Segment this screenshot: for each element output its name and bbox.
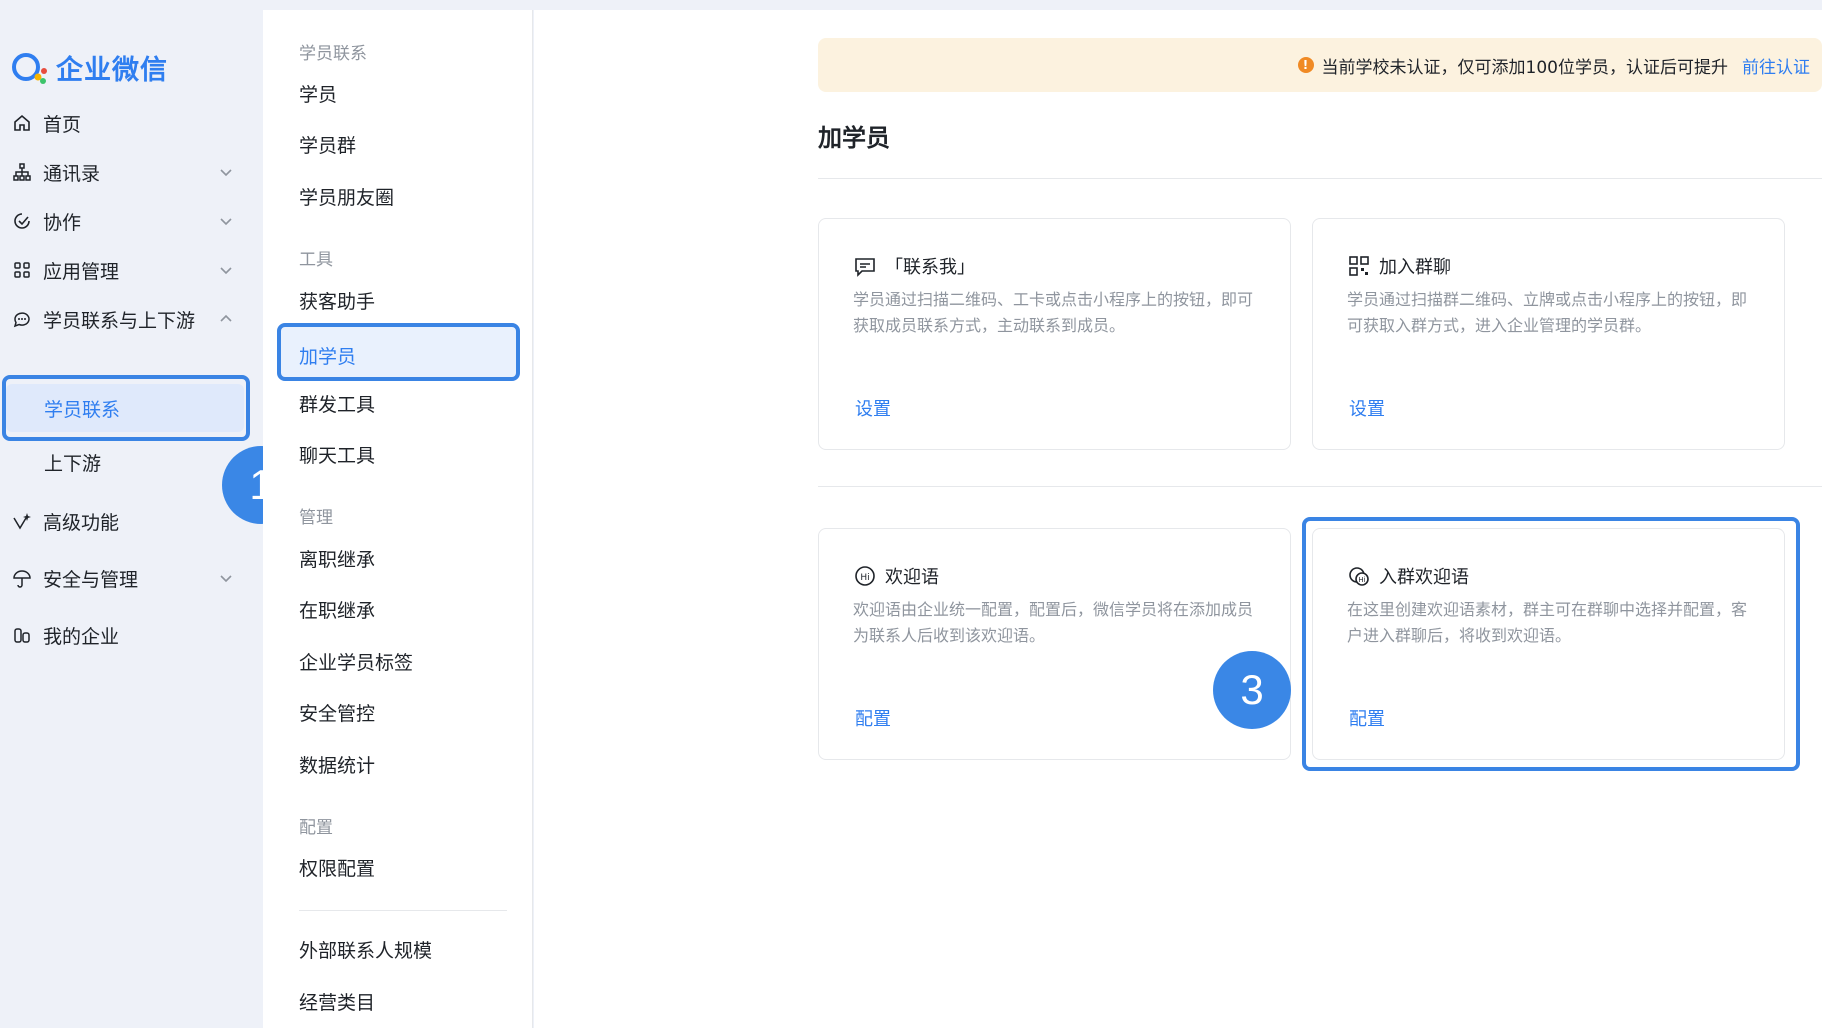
building-icon <box>11 624 33 646</box>
midnav-item-contact-scale[interactable]: 外部联系人规模 <box>299 936 432 963</box>
warning-icon: ! <box>1297 57 1314 73</box>
notice-text: 当前学校未认证，仅可添加100位学员，认证后可提升 <box>1321 57 1728 78</box>
nav-advanced[interactable]: 高级功能 <box>0 497 250 545</box>
nav-security[interactable]: 安全与管理 <box>0 554 250 602</box>
chevron-up-icon <box>220 314 232 322</box>
card-contact-me: 「联系我」 学员通过扫描二维码、工卡或点击小程序上的按钮，即可获取成员联系方式，… <box>818 218 1291 450</box>
chevron-down-icon <box>220 575 232 583</box>
section-title-config: 配置 <box>299 818 333 838</box>
card-join-group-setup-link[interactable]: 设置 <box>1349 395 1385 421</box>
midnav-item-stats[interactable]: 数据统计 <box>299 751 375 778</box>
midnav-item-business-category[interactable]: 经营类目 <box>299 988 375 1015</box>
midnav-item-moments[interactable]: 学员朋友圈 <box>299 183 394 210</box>
org-chart-icon <box>11 161 33 183</box>
card-contact-me-title: 「联系我」 <box>853 253 975 279</box>
card-join-group: 加入群聊 学员通过扫描群二维码、立牌或点击小程序上的按钮，即可获取入群方式，进入… <box>1312 218 1785 450</box>
home-icon <box>11 112 33 134</box>
nav-contacts[interactable]: 通讯录 <box>0 148 250 196</box>
nav-app-management[interactable]: 应用管理 <box>0 246 250 294</box>
chevron-down-icon <box>220 169 232 177</box>
svg-text:Hi: Hi <box>860 573 869 583</box>
nav-student-contact-group-label: 学员联系与上下游 <box>43 309 196 332</box>
sparkle-icon <box>11 510 33 532</box>
midnav-item-chat-tools[interactable]: 聊天工具 <box>299 441 375 468</box>
nav-security-label: 安全与管理 <box>43 568 139 591</box>
verification-notice: ! 当前学校未认证，仅可添加100位学员，认证后可提升 前往认证 <box>818 38 1822 92</box>
midnav-item-security-control[interactable]: 安全管控 <box>299 699 375 726</box>
midnav-item-student-groups[interactable]: 学员群 <box>299 131 356 158</box>
nav-student-contact-group[interactable]: 学员联系与上下游 <box>0 295 250 343</box>
midnav-item-permissions[interactable]: 权限配置 <box>299 854 375 881</box>
nav-app-management-label: 应用管理 <box>43 260 120 283</box>
midnav-item-tags[interactable]: 企业学员标签 <box>299 648 413 675</box>
nav-my-enterprise-label: 我的企业 <box>43 625 120 648</box>
midnav-item-students[interactable]: 学员 <box>299 80 337 107</box>
umbrella-icon <box>11 567 33 589</box>
nav-collab-label: 协作 <box>43 211 82 234</box>
card-welcome-message-title: Hi 欢迎语 <box>853 563 939 589</box>
nav-home[interactable]: 首页 <box>0 99 250 147</box>
midnav-divider <box>299 910 507 911</box>
hi-bubble-icon: Hi <box>855 566 875 586</box>
card-welcome-message-config-link[interactable]: 配置 <box>855 705 891 731</box>
section-title-manage: 管理 <box>299 508 333 528</box>
nav-upstream-downstream-label: 上下游 <box>44 452 102 475</box>
chat-bubble-icon <box>11 308 33 330</box>
card-contact-me-setup-link[interactable]: 设置 <box>855 395 891 421</box>
section-title-contact: 学员联系 <box>299 44 367 64</box>
midnav-item-mass-send[interactable]: 群发工具 <box>299 390 375 417</box>
card-welcome-message: Hi 欢迎语 欢迎语由企业统一配置，配置后，微信学员将在添加成员为联系人后收到该… <box>818 528 1291 760</box>
page-title: 加学员 <box>818 124 890 152</box>
divider <box>818 178 1822 179</box>
section-title-tools: 工具 <box>299 250 333 270</box>
midnav-item-onjob-inherit[interactable]: 在职继承 <box>299 596 375 623</box>
nav-home-label: 首页 <box>43 113 82 136</box>
card-contact-me-title-text: 「联系我」 <box>885 257 975 278</box>
step3-badge: 3 <box>1213 651 1291 729</box>
chevron-down-icon <box>220 218 232 226</box>
card-contact-me-desc: 学员通过扫描二维码、工卡或点击小程序上的按钮，即可获取成员联系方式，主动联系到成… <box>853 290 1254 335</box>
midnav-item-add-student-label: 加学员 <box>299 346 357 368</box>
nav-advanced-label: 高级功能 <box>43 511 120 534</box>
divider <box>818 486 1822 487</box>
logo-text: 企业微信 <box>56 55 168 86</box>
nav-collab[interactable]: 协作 <box>0 197 250 245</box>
card-welcome-message-title-text: 欢迎语 <box>885 567 939 588</box>
step3-number: 3 <box>1240 666 1264 713</box>
qr-code-icon <box>1349 256 1369 276</box>
card-join-group-desc: 学员通过扫描群二维码、立牌或点击小程序上的按钮，即可获取入群方式，进入企业管理的… <box>1347 290 1748 335</box>
chevron-down-icon <box>220 267 232 275</box>
nav-contacts-label: 通讯录 <box>43 162 101 185</box>
midnav-item-resign-inherit[interactable]: 离职继承 <box>299 545 375 572</box>
midnav-item-acquisition[interactable]: 获客助手 <box>299 287 375 314</box>
app-logo[interactable]: 企业微信 <box>10 48 168 87</box>
card-welcome-message-desc: 欢迎语由企业统一配置，配置后，微信学员将在添加成员为联系人后收到该欢迎语。 <box>853 600 1254 645</box>
nav-upstream-downstream[interactable]: 上下游 <box>0 438 250 486</box>
verify-link[interactable]: 前往认证 <box>1742 53 1810 78</box>
card-join-group-title: 加入群聊 <box>1347 253 1451 279</box>
wecom-logo-icon <box>12 52 47 84</box>
step1-highlight-box <box>2 375 250 441</box>
message-icon <box>855 258 875 277</box>
collab-icon <box>11 210 33 232</box>
card-join-group-title-text: 加入群聊 <box>1379 257 1451 278</box>
nav-my-enterprise[interactable]: 我的企业 <box>0 611 250 659</box>
secondary-nav: 学员联系 学员 学员群 学员朋友圈 工具 获客助手 加学员 群发工具 聊天工具 … <box>263 10 533 1028</box>
step3-highlight-box <box>1302 517 1800 771</box>
midnav-item-add-student[interactable]: 加学员 <box>277 323 520 381</box>
apps-grid-icon <box>11 259 33 281</box>
